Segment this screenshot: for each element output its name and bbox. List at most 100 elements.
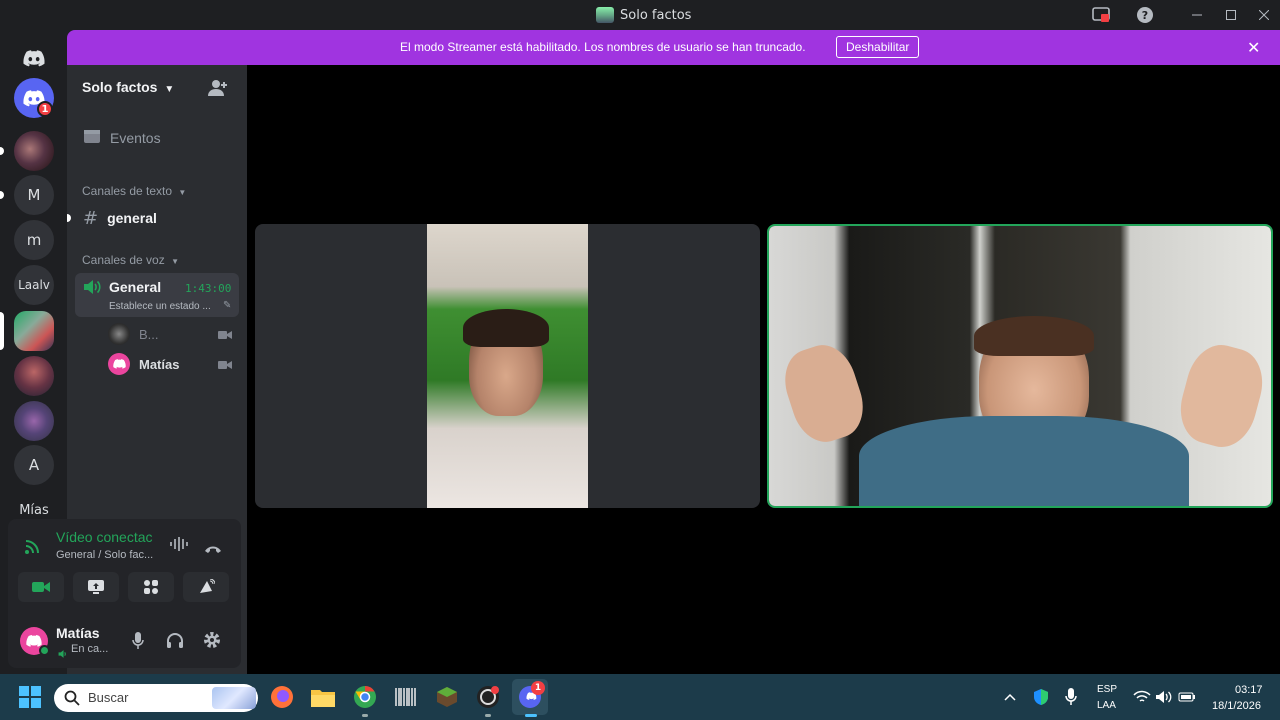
streamer-mode-banner: El modo Streamer está habilitado. Los no… (67, 30, 1280, 65)
events-row[interactable]: Eventos (75, 127, 239, 149)
screen-share-icon[interactable] (1090, 4, 1112, 26)
server-label: Mías (19, 502, 49, 518)
pencil-icon[interactable]: ✎ (223, 300, 231, 311)
language-indicator[interactable]: ESP (1097, 684, 1117, 695)
windows-start-icon[interactable] (16, 683, 44, 711)
close-window-icon[interactable] (1253, 4, 1275, 26)
server-m-upper[interactable]: M (14, 175, 54, 215)
activities-button[interactable] (128, 572, 174, 602)
voice-category-label: Canales de voz (82, 253, 165, 267)
clock-date[interactable]: 18/1/2026 (1212, 700, 1261, 712)
participant-video (427, 224, 588, 508)
chevron-down-icon: ▼ (171, 257, 179, 266)
server-icon (596, 7, 614, 23)
firefox-icon[interactable] (268, 683, 296, 711)
minimize-icon[interactable] (1186, 4, 1208, 26)
voice-location[interactable]: General / Solo fac... (56, 549, 153, 561)
video-camera-icon (32, 582, 50, 592)
maximize-icon[interactable] (1220, 4, 1242, 26)
voice-connection-panel: Vídeo conectac General / Solo fac... (8, 519, 241, 615)
server-avatar-1[interactable] (14, 131, 54, 171)
server-label: Laalv (18, 278, 50, 292)
help-icon[interactable]: ? (1134, 4, 1156, 26)
add-member-icon[interactable] (208, 79, 228, 101)
soundboard-icon (200, 579, 215, 593)
speaker-icon (58, 644, 68, 663)
headphones-icon[interactable] (166, 632, 184, 653)
window-title: Solo factos (596, 7, 691, 23)
video-tile-1[interactable] (255, 224, 760, 508)
running-indicator (362, 714, 368, 717)
notification-badge: 1 (531, 681, 545, 695)
participant-hair (463, 309, 549, 347)
running-indicator (485, 714, 491, 717)
voice-member-1[interactable]: B... (108, 323, 238, 345)
title-bar: Solo factos ? (0, 0, 1280, 30)
server-laalv[interactable]: Laalv (14, 265, 54, 305)
gear-icon[interactable] (203, 631, 221, 653)
voice-category[interactable]: Canales de voz ▼ (82, 253, 179, 267)
user-panel: Matías En ca... (8, 615, 241, 668)
signal-icon[interactable] (24, 537, 42, 559)
shield-icon[interactable] (1027, 683, 1055, 711)
activity-icon (144, 580, 158, 594)
user-status: En ca... (71, 643, 109, 655)
voice-channel-general[interactable]: General 1:43:00 Establece un estado ... … (75, 273, 239, 317)
voice-member-2[interactable]: Matías (108, 353, 238, 375)
keyboard-layout-indicator[interactable]: LAA (1097, 700, 1116, 711)
clock-time[interactable]: 03:17 (1235, 684, 1263, 696)
direct-messages-icon[interactable] (14, 38, 54, 78)
server-avatar-3[interactable] (14, 401, 54, 441)
search-placeholder: Buscar (88, 690, 129, 705)
selected-pill (0, 312, 4, 350)
video-stage (247, 65, 1280, 674)
online-status-dot (39, 645, 50, 656)
chevron-up-icon[interactable] (996, 683, 1024, 711)
close-icon[interactable]: ✕ (1247, 38, 1260, 57)
soundboard-button[interactable] (183, 572, 229, 602)
banner-message: El modo Streamer está habilitado. Los no… (400, 40, 806, 54)
text-channel-general[interactable]: # general (75, 207, 239, 229)
video-camera-icon (218, 325, 232, 344)
server-a[interactable]: A (14, 445, 54, 485)
voice-status: Vídeo conectac (56, 529, 153, 545)
server-name-header[interactable]: Solo factos ▼ (82, 79, 174, 95)
share-screen-button[interactable] (73, 572, 119, 602)
minecraft-icon[interactable] (433, 683, 461, 711)
avatar (108, 353, 130, 375)
search-box[interactable]: Buscar (54, 684, 258, 712)
calendar-icon (83, 128, 101, 148)
member-name: B... (139, 326, 159, 342)
text-channel-label: general (107, 210, 157, 226)
microphone-icon[interactable] (132, 632, 144, 654)
chevron-down-icon: ▼ (178, 188, 187, 197)
battery-icon[interactable] (1173, 683, 1201, 711)
barcode-app-icon[interactable] (392, 683, 420, 711)
microphone-icon[interactable] (1057, 683, 1085, 711)
video-tile-2-speaking[interactable] (767, 224, 1273, 508)
server-m-lower[interactable]: m (14, 220, 54, 260)
voice-channel-label: General (109, 279, 162, 295)
disable-streamer-button[interactable]: Deshabilitar (836, 36, 920, 58)
file-explorer-icon[interactable] (309, 683, 337, 711)
text-category[interactable]: Canales de texto ▼ (82, 184, 186, 198)
participant-hand-left (776, 337, 872, 450)
chrome-icon[interactable] (351, 683, 379, 711)
server-label: M (27, 186, 41, 204)
server-solo-factos[interactable] (14, 311, 54, 351)
participant-video (769, 226, 1271, 506)
notification-badge: 1 (37, 101, 53, 117)
server-label: m (26, 231, 42, 249)
participant-hair (974, 316, 1094, 356)
voice-status-text[interactable]: Establece un estado ... (109, 301, 211, 312)
member-name: Matías (139, 356, 180, 372)
user-name: Matías (56, 625, 100, 641)
obs-icon[interactable] (474, 683, 502, 711)
camera-button[interactable] (18, 572, 64, 602)
server-avatar-2[interactable] (14, 356, 54, 396)
disconnect-icon[interactable] (204, 539, 222, 558)
server-label: A (28, 456, 40, 474)
search-highlight-image (212, 687, 256, 709)
speaker-icon (83, 279, 101, 299)
noise-suppression-icon[interactable] (169, 536, 189, 556)
